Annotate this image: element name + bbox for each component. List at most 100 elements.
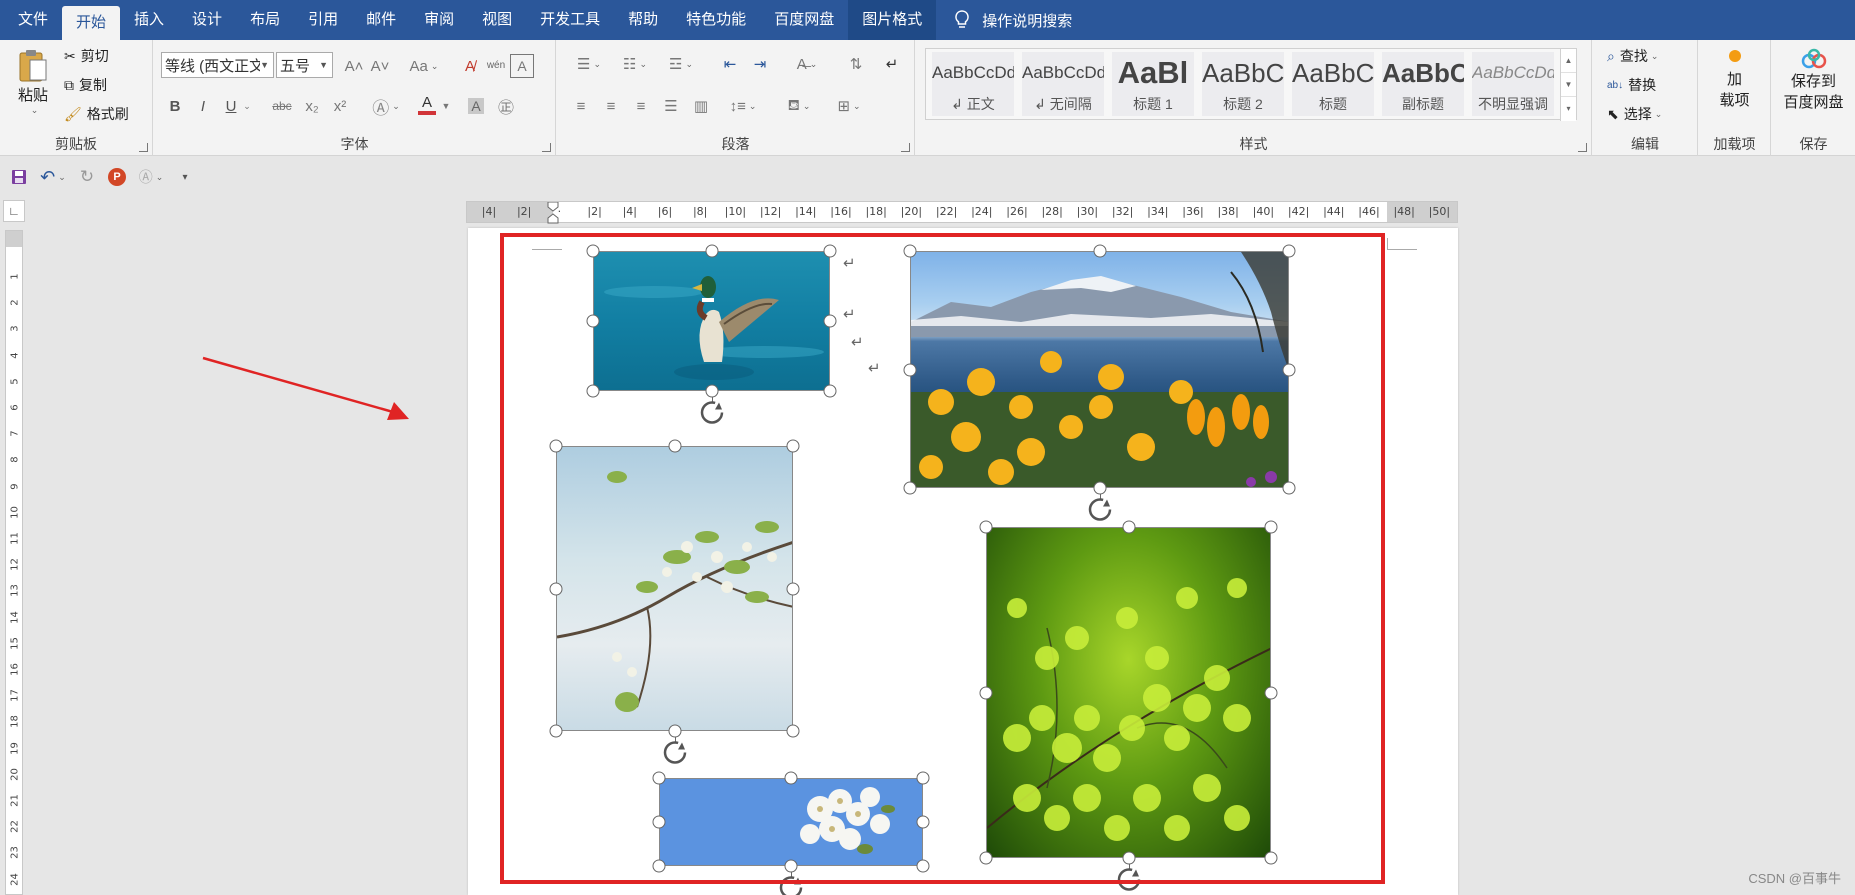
style-subtle-emphasis[interactable]: AaBbCcDd 不明显强调	[1472, 52, 1554, 116]
superscript-button[interactable]: x²	[328, 94, 352, 118]
tab-design[interactable]: 设计	[178, 0, 236, 40]
tab-review[interactable]: 审阅	[410, 0, 468, 40]
clear-formatting-button[interactable]: A̸	[458, 54, 482, 78]
font-color-dropdown[interactable]: ▼	[440, 94, 452, 118]
find-button[interactable]: ⌕ 查找 ⌄	[1607, 46, 1658, 66]
subscript-button[interactable]: x₂	[300, 94, 324, 118]
addins-group: 加 载项 加载项	[1699, 40, 1771, 156]
text-style-button[interactable]: Ⓐ ⌄	[134, 164, 168, 190]
styles-dialog-launcher[interactable]	[1578, 143, 1587, 152]
font-color-letter: A	[421, 94, 432, 111]
style-normal[interactable]: AaBbCcDd ↲ 正文	[932, 52, 1014, 116]
underline-dropdown[interactable]: ⌄	[240, 94, 254, 118]
save-button[interactable]	[6, 164, 32, 190]
undo-button[interactable]: ↶ ⌄	[36, 164, 70, 190]
scroll-up-icon[interactable]: ▲	[1561, 49, 1576, 73]
sort-icon: ⇅	[849, 56, 863, 73]
tab-view[interactable]: 视图	[468, 0, 526, 40]
vertical-ruler[interactable]: 1 2 3 4 5 6 7 8 9 10 11 12 13 14 15 16 17 18 19 20 21 22 23 24	[5, 230, 23, 895]
tab-developer[interactable]: 开发工具	[526, 0, 614, 40]
grow-font-button[interactable]: A˄	[342, 54, 366, 78]
character-shading-button[interactable]: A	[464, 94, 488, 118]
tab-selector[interactable]: ∟	[3, 200, 25, 222]
bold-button[interactable]: B	[164, 94, 186, 118]
borders-button[interactable]: ⊞ ⌄	[829, 94, 869, 118]
scroll-down-icon[interactable]: ▼	[1561, 73, 1576, 97]
strikethrough-button[interactable]: abc	[268, 94, 296, 118]
numbering-button[interactable]: ☷ ⌄	[615, 52, 655, 76]
copy-icon: ⧉	[64, 76, 74, 93]
quick-access-toolbar: ↶ ⌄ ↻ P Ⓐ ⌄ ▾	[0, 157, 1855, 197]
tab-special-features[interactable]: 特色功能	[672, 0, 760, 40]
justify-button[interactable]: ☰	[659, 94, 683, 118]
font-dialog-launcher[interactable]	[542, 143, 551, 152]
tab-picture-format[interactable]: 图片格式	[848, 0, 937, 40]
format-painter-button[interactable]: 🖌 格式刷	[64, 104, 129, 124]
tab-references[interactable]: 引用	[294, 0, 352, 40]
increase-indent-button[interactable]: ⇥	[747, 52, 773, 76]
gallery-scroll[interactable]: ▲ ▼ ▾	[1560, 49, 1576, 121]
tell-me-search[interactable]: 操作说明搜索	[954, 10, 1072, 31]
paste-button[interactable]: 粘贴 ⌄	[14, 48, 52, 116]
style-no-spacing[interactable]: AaBbCcDd ↲ 无间隔	[1022, 52, 1104, 116]
align-right-button[interactable]: ≡	[629, 94, 653, 118]
powerpoint-button[interactable]: P	[104, 164, 130, 190]
multilevel-list-button[interactable]: ☲ ⌄	[661, 52, 701, 76]
shading-button[interactable]: ⛾ ⌄	[779, 94, 819, 118]
font-name-value: 等线 (西文正文	[165, 57, 260, 75]
sort-button[interactable]: ⇅	[843, 52, 869, 76]
select-button[interactable]: ⬉ 选择 ⌄	[1607, 104, 1662, 124]
tab-help[interactable]: 帮助	[614, 0, 672, 40]
font-color-button[interactable]: A	[416, 92, 438, 118]
distributed-button[interactable]: ▥	[689, 94, 713, 118]
ruler-left-margin	[467, 202, 553, 222]
style-heading-1[interactable]: AaBl 标题 1	[1112, 52, 1194, 116]
line-spacing-button[interactable]: ↕≡ ⌄	[723, 94, 763, 118]
enclose-characters-button[interactable]: ㊣	[494, 94, 518, 118]
customize-qat-button[interactable]: ▾	[172, 164, 198, 190]
ruler-tick-label: 16	[9, 663, 21, 676]
bullets-button[interactable]: ☰ ⌄	[569, 52, 609, 76]
tab-baidu-netdisk[interactable]: 百度网盘	[760, 0, 848, 40]
show-marks-button[interactable]: ↵	[879, 52, 905, 76]
chevron-down-icon: ⌄	[155, 171, 164, 182]
ruler-tick-label: |36|	[1182, 205, 1204, 218]
replace-button[interactable]: ab↓ 替换	[1607, 75, 1656, 95]
character-border-button[interactable]: A	[510, 54, 534, 78]
indent-marker-icon[interactable]	[547, 202, 559, 224]
copy-button[interactable]: ⧉ 复制	[64, 75, 107, 95]
ruler-tick-label: |14|	[795, 205, 817, 218]
gallery-more-icon[interactable]: ▾	[1561, 97, 1576, 121]
paragraph-dialog-launcher[interactable]	[901, 143, 910, 152]
redo-button[interactable]: ↻	[74, 164, 100, 190]
style-heading-2[interactable]: AaBbC 标题 2	[1202, 52, 1284, 116]
style-subtitle[interactable]: AaBbC 副标题	[1382, 52, 1464, 116]
tab-file[interactable]: 文件	[4, 0, 62, 40]
tab-layout[interactable]: 布局	[236, 0, 294, 40]
ruler-tick-label: |32|	[1111, 205, 1134, 218]
style-title[interactable]: AaBbC 标题	[1292, 52, 1374, 116]
save-to-baidu-button[interactable]: 保存到 百度网盘	[1772, 48, 1855, 112]
tab-home[interactable]: 开始	[62, 6, 121, 40]
justify-icon: ☰	[664, 98, 678, 115]
align-center-button[interactable]: ≡	[599, 94, 623, 118]
underline-button[interactable]: U	[220, 94, 242, 118]
clipboard-dialog-launcher[interactable]	[139, 143, 148, 152]
tab-insert[interactable]: 插入	[120, 0, 178, 40]
italic-button[interactable]: I	[192, 94, 214, 118]
horizontal-ruler[interactable]: |4| |2| · |2| |4| |6| |8| |10| |12| |14| |16| |18| |…	[466, 201, 1458, 224]
change-case-button[interactable]: Aa ⌄	[404, 54, 444, 78]
font-size-combo[interactable]: 五号 ▼	[276, 52, 333, 78]
shrink-font-button[interactable]: A˅	[368, 54, 392, 78]
phonetic-guide-button[interactable]: wén	[484, 52, 508, 78]
font-name-combo[interactable]: 等线 (西文正文 ▼	[161, 52, 274, 78]
ruler-tick-label: 8	[9, 456, 21, 464]
text-effects-button[interactable]: Ⓐ ⌄	[366, 94, 406, 118]
cut-button[interactable]: ✂ 剪切	[64, 46, 109, 66]
chinese-layout-button[interactable]: A̶ ⌄	[787, 52, 827, 76]
cut-label: 剪切	[80, 48, 109, 64]
addins-button[interactable]: 加 载项	[1699, 50, 1770, 110]
align-left-button[interactable]: ≡	[569, 94, 593, 118]
decrease-indent-button[interactable]: ⇤	[717, 52, 743, 76]
tab-mailings[interactable]: 邮件	[352, 0, 410, 40]
